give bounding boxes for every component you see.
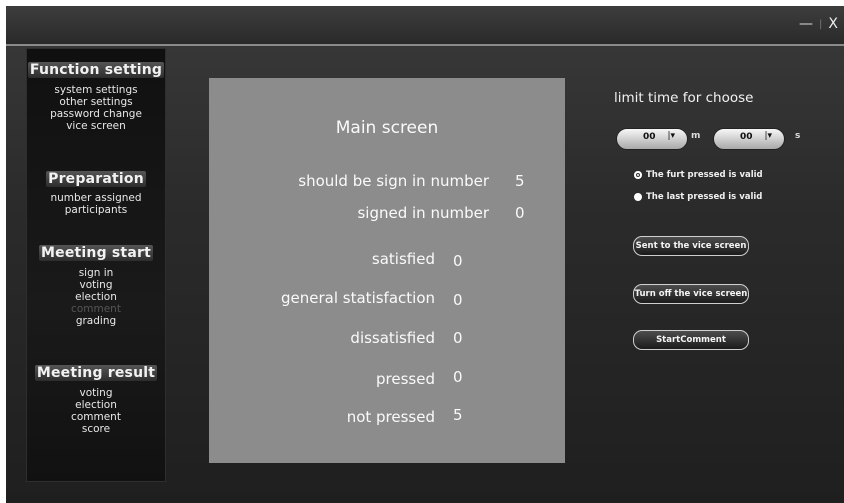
- menu-item-grading[interactable]: grading: [27, 315, 165, 327]
- stat-label: satisfied: [371, 250, 435, 268]
- minutes-stepper[interactable]: 00 |▾: [616, 128, 688, 150]
- menu-item-system-settings[interactable]: system settings: [27, 84, 165, 96]
- function-setting-items: system settings other settings password …: [27, 84, 165, 132]
- start-comment-button[interactable]: StartComment: [633, 330, 749, 350]
- window-controls: — | X: [799, 16, 838, 32]
- section-title-function-setting: Function setting: [27, 62, 165, 78]
- radio-last-pressed[interactable]: The last pressed is valid: [634, 192, 762, 202]
- menu-item-comment[interactable]: comment: [27, 303, 165, 315]
- stat-label: dissatisfied: [350, 329, 435, 347]
- close-button[interactable]: X: [828, 16, 838, 32]
- minimize-button[interactable]: —: [799, 16, 813, 32]
- menu-item-result-comment[interactable]: comment: [27, 411, 165, 423]
- title-bar: — | X: [6, 6, 844, 46]
- stat-label: general statisfaction: [281, 289, 435, 307]
- menu-item-result-score[interactable]: score: [27, 423, 165, 435]
- stat-label: pressed: [376, 370, 435, 388]
- section-title-meeting-result: Meeting result: [34, 365, 158, 381]
- radio-first-pressed[interactable]: The furt pressed is valid: [634, 170, 763, 180]
- send-to-vice-screen-button[interactable]: Sent to the vice screen: [633, 236, 749, 256]
- section-title-meeting-start: Meeting start: [39, 245, 153, 261]
- menu-item-vice-screen[interactable]: vice screen: [27, 120, 165, 132]
- meeting-result-items: voting election comment score: [27, 387, 165, 435]
- stat-value-should-sign-in: 5: [515, 172, 525, 190]
- sidebar: Function setting system settings other s…: [26, 48, 166, 482]
- menu-item-participants[interactable]: participants: [27, 204, 165, 216]
- stat-value-general-satisfaction: 0: [453, 291, 463, 309]
- stat-value-pressed: 0: [453, 368, 463, 386]
- menu-item-other-settings[interactable]: other settings: [27, 96, 165, 108]
- radio-first-label: The furt pressed is valid: [646, 170, 763, 180]
- chevron-down-icon[interactable]: |▾: [764, 131, 772, 141]
- menu-item-password-change[interactable]: password change: [27, 108, 165, 120]
- radio-last-label: The last pressed is valid: [646, 192, 763, 202]
- menu-item-result-voting[interactable]: voting: [27, 387, 165, 399]
- stat-label: signed in number: [357, 204, 489, 222]
- stat-value-signed-in: 0: [515, 204, 525, 222]
- radio-unselected-icon: [634, 193, 642, 201]
- preparation-items: number assigned participants: [27, 192, 165, 216]
- stat-value-dissatisfied: 0: [453, 329, 463, 347]
- controls-separator: |: [819, 18, 823, 30]
- main-screen-panel: Main screen should be sign in number 5 s…: [209, 78, 565, 463]
- section-title-preparation: Preparation: [46, 171, 146, 187]
- meeting-start-items: sign in voting election comment grading: [27, 267, 165, 327]
- stat-value-not-pressed: 5: [453, 406, 463, 424]
- menu-item-voting[interactable]: voting: [27, 279, 165, 291]
- stat-value-satisfied: 0: [453, 252, 463, 270]
- chevron-down-icon[interactable]: |▾: [667, 131, 675, 141]
- minutes-value: 00: [643, 132, 656, 142]
- menu-item-sign-in[interactable]: sign in: [27, 267, 165, 279]
- radio-selected-icon: [634, 171, 642, 179]
- minutes-unit: m: [691, 131, 701, 141]
- stat-label: should be sign in number: [298, 172, 489, 190]
- menu-item-number-assigned[interactable]: number assigned: [27, 192, 165, 204]
- menu-item-election[interactable]: election: [27, 291, 165, 303]
- seconds-stepper[interactable]: 00 |▾: [713, 128, 785, 150]
- seconds-unit: s: [795, 131, 801, 141]
- stat-label: not pressed: [346, 408, 435, 426]
- limit-time-title: limit time for choose: [614, 90, 754, 106]
- seconds-value: 00: [740, 132, 753, 142]
- turn-off-vice-screen-button[interactable]: Turn off the vice screen: [633, 284, 749, 304]
- menu-item-result-election[interactable]: election: [27, 399, 165, 411]
- main-screen-title: Main screen: [335, 118, 439, 138]
